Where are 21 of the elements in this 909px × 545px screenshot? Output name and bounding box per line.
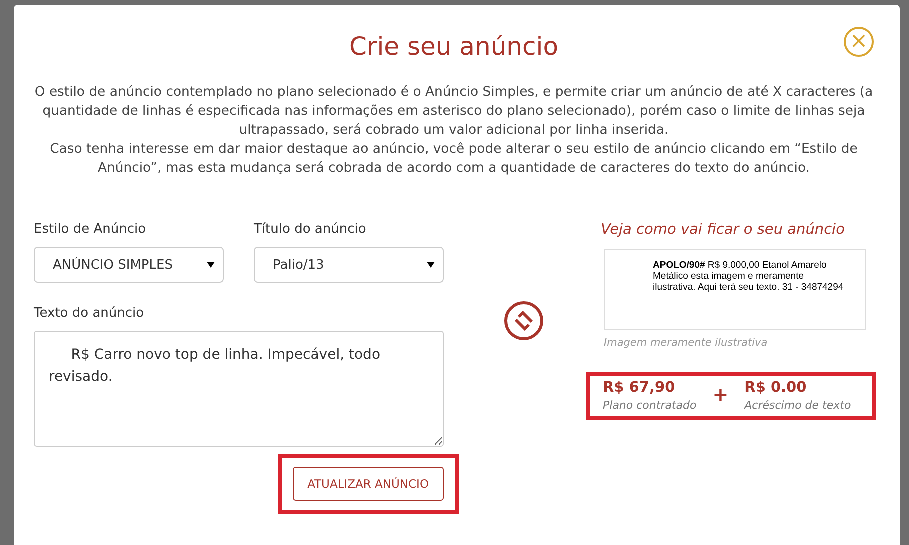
ad-preview: APOLO/90# R$ 9.000,00 Etanol Amarelo Metálico esta imagem e meramente ilustrativa. Aqui terá seu texto. 31 - 34874294 — [604, 249, 866, 330]
price-amount: R$ 0.00 — [744, 380, 808, 396]
swap-icon[interactable] — [503, 300, 545, 342]
preview-heading: Veja como vai ficar o seu anúncio — [601, 222, 846, 238]
update-button[interactable]: ATUALIZAR ANÚNCIO — [292, 467, 444, 501]
preview-caption: Imagem meramente ilustrativa — [604, 337, 769, 349]
ad-text-field[interactable]: R$ Carro novo top de linha. Impecável, todo revisado. — [34, 331, 444, 447]
plus-sign: + — [712, 384, 729, 406]
description-text: Caso tenha interesse em dar maior destaque ao anúncio, você pode alterar o seu estilo de anúncio clicando em “Estilo de Anúncio”, mas esta mudança será cobrada de acordo com a quantidade de caracteres do texto do anúncio. — [49, 141, 859, 178]
price-label: Acréscimo de texto — [744, 399, 852, 412]
description-text: O estilo de anúncio contemplado no plano selecionado é o Anúncio Simples, e permite criar um anúncio de até X caracteres (a quantidade de linhas é especificada nas informações em asterisco do plano selecionado), porém caso o limite de linhas seja ultrapassado, será cobrado um valor adicional por linha inserida. — [34, 84, 874, 140]
field-label: Título do anúncio — [254, 222, 368, 237]
field-label: Texto do anúncio — [34, 306, 146, 321]
price-amount: R$ 67,90 — [603, 380, 676, 396]
modal-title: Crie seu anúncio — [349, 32, 559, 61]
dropdown-select[interactable]: Palio/13 — [254, 247, 444, 283]
field-label: Estilo de Anúncio — [34, 222, 148, 237]
price-label: Plano contratado — [603, 399, 697, 412]
caret-icon — [207, 262, 215, 268]
caret-icon — [427, 262, 435, 268]
dropdown-select[interactable]: ANÚNCIO SIMPLES — [34, 247, 224, 283]
